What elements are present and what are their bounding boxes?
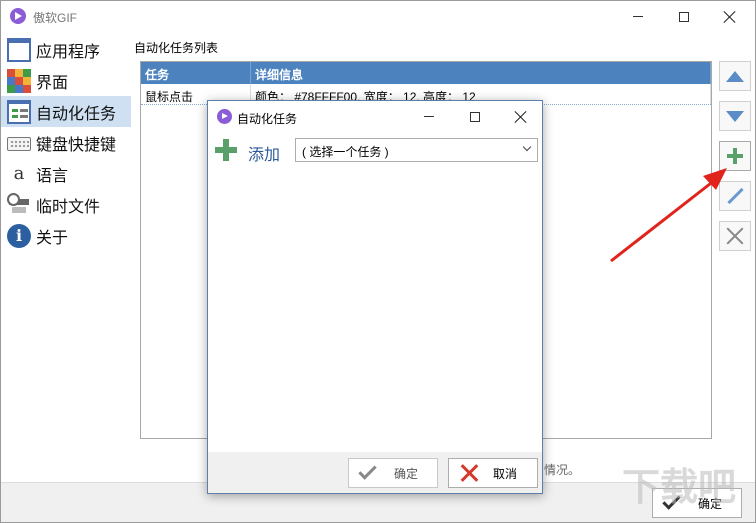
sidebar-item-applications[interactable]: 应用程序: [1, 34, 131, 65]
task-type-select[interactable]: ( 选择一个任务 ): [295, 138, 538, 162]
close-icon: [515, 111, 527, 123]
maximize-button[interactable]: [661, 1, 707, 32]
maximize-icon: [679, 11, 689, 22]
window-title: 傲软GIF: [33, 11, 77, 25]
temp-files-icon: [7, 192, 31, 217]
plus-icon: [727, 148, 743, 164]
automation-task-dialog: 自动化任务 添加 ( 选择一个任务 ) 确定 取消: [207, 100, 543, 494]
minimize-icon: [424, 116, 434, 117]
select-value: ( 选择一个任务 ): [302, 145, 389, 159]
sidebar-item-about[interactable]: i 关于: [1, 220, 131, 251]
dialog-minimize-button[interactable]: [406, 101, 452, 132]
sidebar-item-shortcuts[interactable]: 键盘快捷键: [1, 127, 131, 158]
checkmark-icon: [358, 461, 377, 480]
pencil-icon: [726, 187, 744, 205]
app-window-icon: [7, 37, 31, 62]
sidebar-item-interface[interactable]: 界面: [1, 65, 131, 96]
watermark-text: 下载吧: [622, 465, 736, 509]
move-up-button[interactable]: [719, 61, 751, 91]
delete-task-button[interactable]: [719, 221, 751, 251]
keyboard-icon: [7, 136, 31, 151]
ok-label: 确定: [394, 466, 419, 481]
sidebar-item-label: 应用程序: [36, 43, 101, 61]
column-header-task[interactable]: 任务: [141, 62, 251, 84]
sidebar-item-label: 自动化任务: [36, 105, 117, 123]
minimize-button[interactable]: [615, 1, 661, 32]
sidebar-item-label: 键盘快捷键: [36, 136, 117, 154]
arrow-down-icon: [726, 110, 744, 122]
dialog-cancel-button[interactable]: 取消: [448, 458, 538, 488]
cancel-label: 取消: [493, 466, 518, 481]
close-icon: [724, 11, 736, 23]
task-list-icon: [7, 99, 31, 124]
sidebar-item-label: 临时文件: [36, 198, 101, 216]
sidebar-item-language[interactable]: a 语言: [1, 158, 131, 189]
info-icon: i: [7, 223, 31, 248]
move-down-button[interactable]: [719, 101, 751, 131]
sidebar-item-label: 关于: [36, 229, 69, 247]
sidebar-item-temp-files[interactable]: 临时文件: [1, 189, 131, 220]
palette-grid-icon: [7, 68, 31, 93]
dialog-title-bar: 自动化任务: [208, 101, 542, 132]
close-button[interactable]: [707, 1, 753, 32]
settings-sidebar: 应用程序 界面 自动化任务 键盘快捷键 a 语言 临时文件 i 关于: [1, 34, 131, 251]
status-text: 情况。: [544, 463, 581, 477]
chevron-down-icon: [522, 142, 532, 152]
dialog-title: 自动化任务: [237, 112, 298, 126]
title-bar: 傲软GIF: [1, 1, 755, 32]
list-header: 任务 详细信息: [141, 62, 711, 84]
sidebar-item-label: 语言: [36, 167, 69, 185]
column-header-details[interactable]: 详细信息: [251, 62, 711, 84]
minimize-icon: [633, 16, 643, 17]
delete-x-icon: [726, 227, 744, 245]
edit-task-button[interactable]: [719, 181, 751, 211]
dialog-close-button[interactable]: [498, 101, 544, 132]
dialog-ok-button[interactable]: 确定: [348, 458, 438, 488]
cancel-x-icon: [461, 464, 479, 482]
add-plus-icon[interactable]: [215, 139, 237, 161]
arrow-up-icon: [726, 70, 744, 82]
sidebar-item-label: 界面: [36, 74, 69, 92]
add-task-button[interactable]: [719, 141, 751, 171]
watermark-logo: 下载吧: [622, 465, 736, 509]
section-title: 自动化任务列表: [134, 41, 219, 55]
language-icon: a: [13, 162, 25, 184]
maximize-icon: [470, 111, 480, 122]
sidebar-item-automation[interactable]: 自动化任务: [1, 96, 131, 127]
dialog-maximize-button[interactable]: [452, 101, 498, 132]
app-logo-icon: [217, 109, 232, 124]
add-label[interactable]: 添加: [248, 141, 280, 165]
app-logo-icon: [10, 8, 26, 24]
